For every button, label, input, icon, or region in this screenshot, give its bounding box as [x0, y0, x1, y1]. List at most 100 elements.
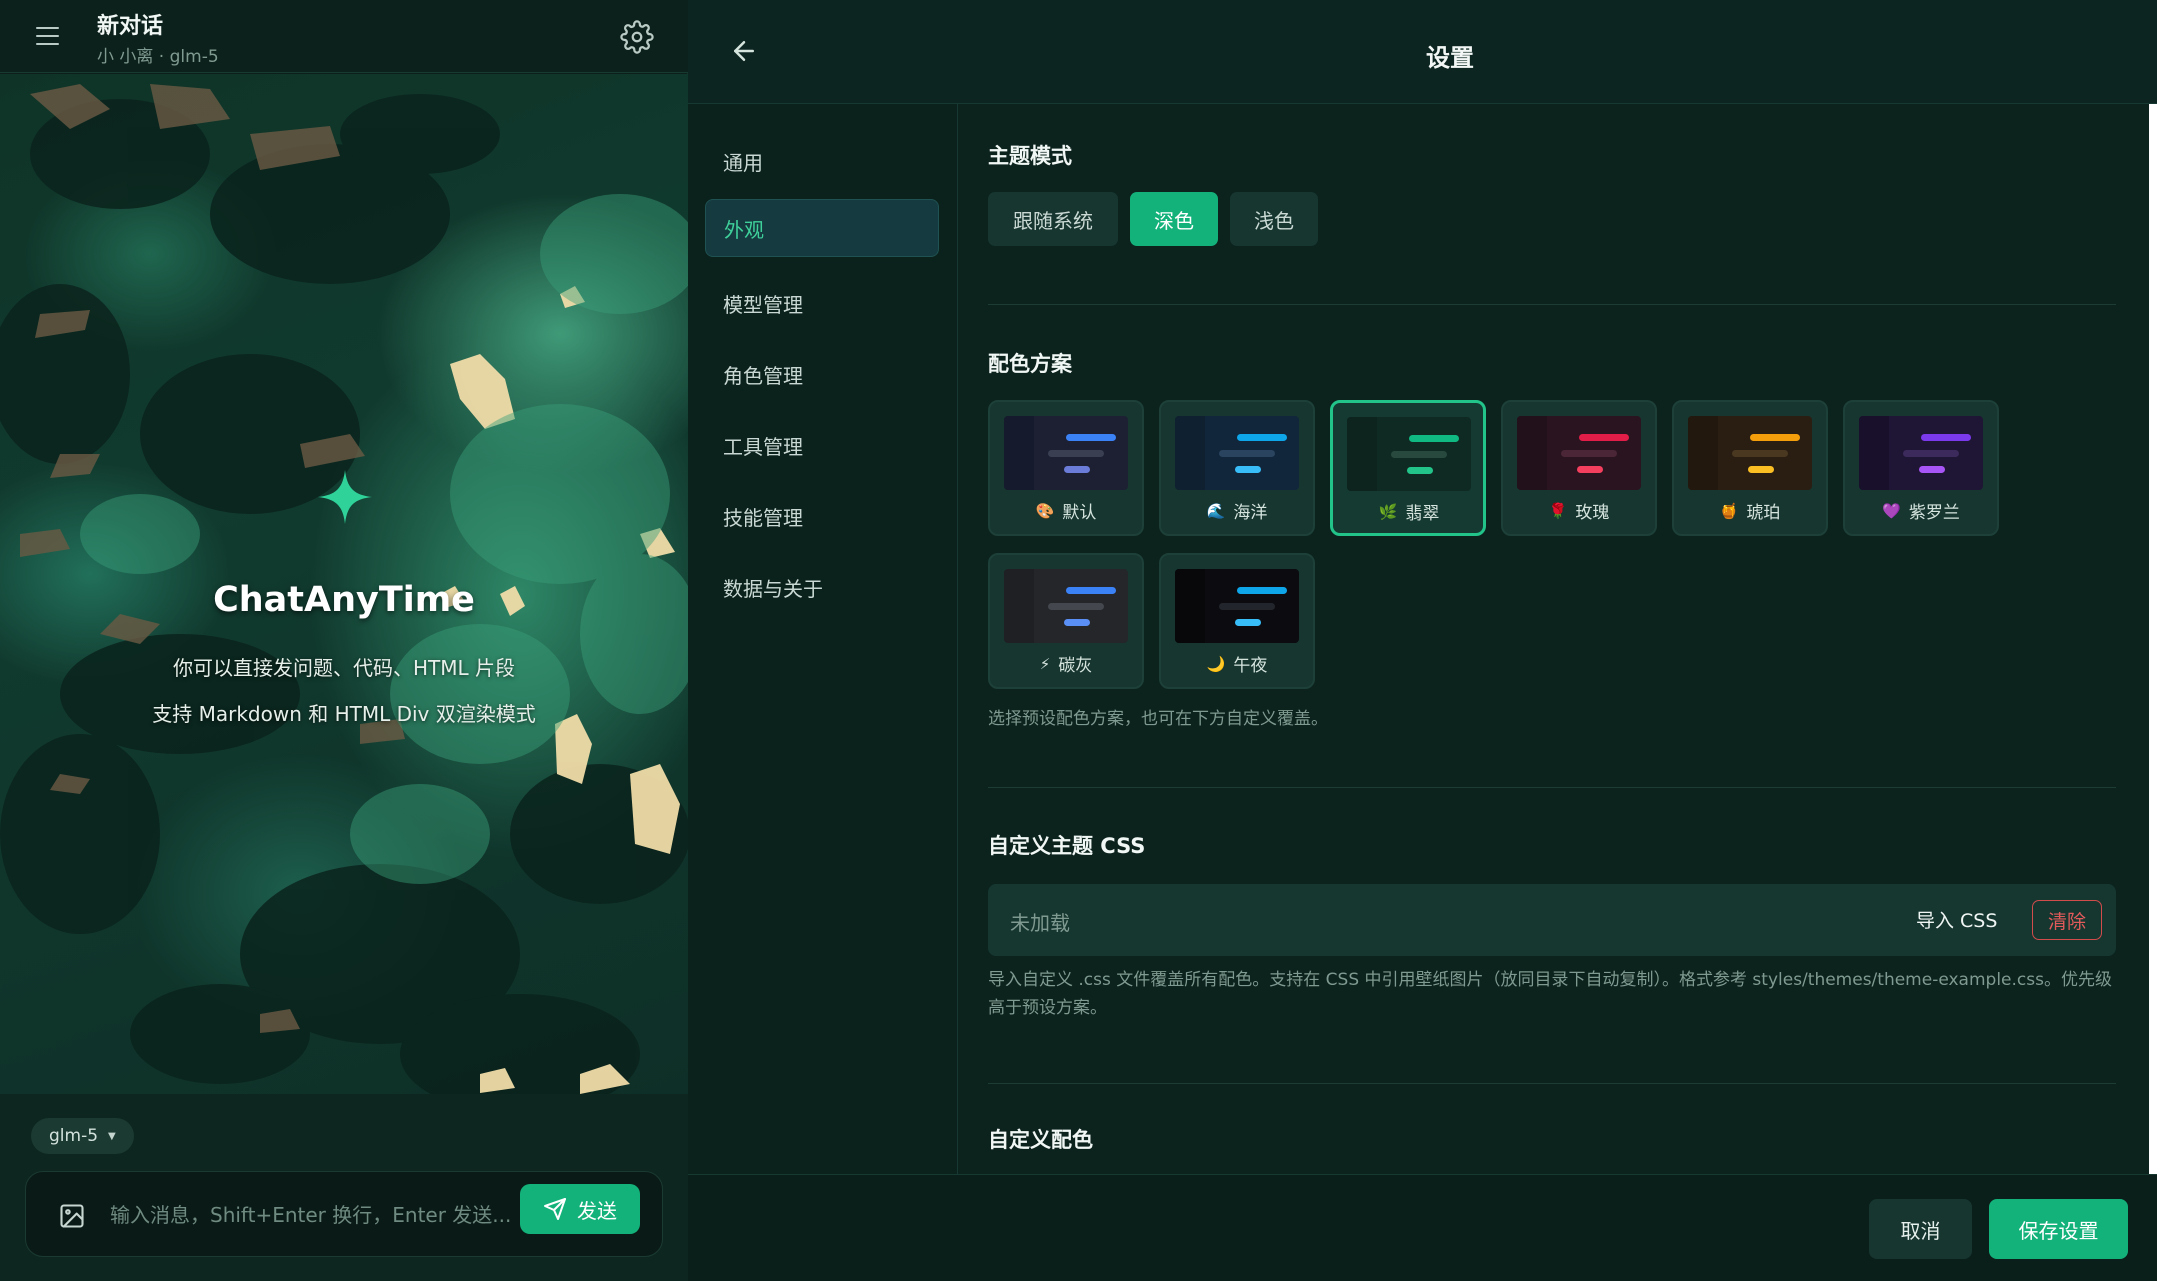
- nav-item-appearance[interactable]: 外观: [705, 199, 939, 257]
- scheme-preview-bar: [1561, 450, 1617, 457]
- settings-header: 设置: [688, 0, 2157, 104]
- custom-css-title: 自定义主题 CSS: [988, 834, 1146, 858]
- welcome-line-2: 支持 Markdown 和 HTML Div 双渲染模式: [152, 702, 536, 726]
- color-scheme-title: 配色方案: [988, 352, 1072, 376]
- caret-down-icon: ▼: [108, 1130, 116, 1142]
- nav-item-general[interactable]: 通用: [705, 132, 939, 190]
- theme-mode-light[interactable]: 浅色: [1230, 192, 1318, 246]
- settings-nav: 通用 外观 模型管理 角色管理 工具管理 技能管理 数据与关于: [688, 104, 958, 1174]
- settings-button[interactable]: [620, 20, 654, 54]
- settings-dialog: 设置 通用 外观 模型管理 角色管理 工具管理 技能管理 数据与关于 主题模式 …: [688, 0, 2157, 1281]
- scheme-label: 🌹 玫瑰: [1503, 498, 1655, 524]
- sparkle-icon: [318, 470, 372, 524]
- settings-title: 设置: [1426, 44, 1474, 72]
- scheme-preview-bar: [1391, 451, 1447, 458]
- import-css-button[interactable]: 导入 CSS: [1916, 906, 1997, 933]
- scheme-preview-bar: [1407, 467, 1433, 474]
- welcome-title: ChatAnyTime: [213, 580, 475, 620]
- chat-panel: 新对话 小 小离 · glm-5 ChatAnyTime 你可以直接发问题、代码…: [0, 0, 688, 1281]
- scheme-preview-bar: [1064, 619, 1090, 626]
- scheme-preview-bar: [1219, 603, 1275, 610]
- scheme-emoji-icon: 🌹: [1548, 501, 1568, 520]
- scheme-preview-bar: [1219, 450, 1275, 457]
- message-input[interactable]: [110, 1194, 530, 1236]
- scheme-emoji-icon: 💜: [1882, 501, 1901, 520]
- scheme-preview-bar: [1235, 466, 1261, 473]
- send-label: 发送: [577, 1198, 617, 1223]
- scheme-label: 🌙 午夜: [1161, 651, 1313, 677]
- custom-css-box: 未加载 导入 CSS 清除: [988, 884, 2116, 956]
- composer-area: glm-5 ▼ 发送: [0, 1094, 688, 1281]
- scheme-preview-bar: [1237, 434, 1287, 441]
- scheme-label: 🍯 琥珀: [1674, 498, 1826, 524]
- clear-css-button[interactable]: 清除: [2032, 900, 2102, 940]
- model-selector[interactable]: glm-5 ▼: [31, 1118, 134, 1154]
- scheme-preview-bar: [1732, 450, 1788, 457]
- scheme-preview-bar: [1066, 434, 1116, 441]
- theme-mode-dark[interactable]: 深色: [1130, 192, 1218, 246]
- send-button[interactable]: 发送: [520, 1184, 640, 1234]
- scheme-name: 玫瑰: [1575, 503, 1610, 523]
- scheme-label: 🎨 默认: [990, 498, 1142, 524]
- scheme-preview: [1175, 416, 1299, 490]
- scheme-preview-bar: [1579, 434, 1629, 441]
- settings-content: 主题模式 跟随系统 深色 浅色 配色方案 🎨 默认 🌊 海洋 🌿 翡翠 🌹 玫瑰 🍯 琥珀 💜 紫罗兰…: [958, 104, 2157, 1174]
- color-scheme-option[interactable]: 💜 紫罗兰: [1843, 400, 1999, 536]
- chat-title: 新对话: [97, 14, 164, 39]
- scheme-preview-bar: [1048, 450, 1104, 457]
- scheme-name: 琥珀: [1746, 503, 1781, 523]
- color-scheme-option[interactable]: 🌙 午夜: [1159, 553, 1315, 689]
- menu-button[interactable]: [36, 20, 68, 52]
- scheme-preview-bar: [1066, 587, 1116, 594]
- theme-mode-system[interactable]: 跟随系统: [988, 192, 1118, 246]
- color-scheme-option[interactable]: 🎨 默认: [988, 400, 1144, 536]
- scheme-emoji-icon: 🍯: [1719, 501, 1739, 520]
- composer: 发送: [25, 1171, 663, 1257]
- scheme-emoji-icon: 🎨: [1035, 501, 1055, 520]
- scheme-preview-sidebar: [1175, 416, 1205, 490]
- settings-footer: 取消 保存设置: [688, 1174, 2157, 1281]
- scheme-preview-sidebar: [1688, 416, 1718, 490]
- scheme-preview: [1347, 417, 1471, 491]
- nav-item-roles[interactable]: 角色管理: [705, 345, 939, 403]
- color-scheme-option[interactable]: 🌹 玫瑰: [1501, 400, 1657, 536]
- scheme-preview-bar: [1919, 466, 1945, 473]
- color-scheme-option[interactable]: 🌊 海洋: [1159, 400, 1315, 536]
- divider: [988, 787, 2116, 788]
- custom-colors-title: 自定义配色: [988, 1128, 1093, 1152]
- scheme-label: 💜 紫罗兰: [1845, 498, 1997, 524]
- scheme-name: 午夜: [1233, 656, 1268, 676]
- scheme-preview-bar: [1577, 466, 1603, 473]
- scrollbar[interactable]: [2149, 104, 2157, 1174]
- scheme-name: 海洋: [1233, 503, 1268, 523]
- color-scheme-option[interactable]: 🍯 琥珀: [1672, 400, 1828, 536]
- scheme-label: ⚡ 碳灰: [990, 651, 1142, 677]
- nav-item-skills[interactable]: 技能管理: [705, 487, 939, 545]
- cancel-button[interactable]: 取消: [1869, 1199, 1972, 1259]
- scheme-preview-sidebar: [1859, 416, 1889, 490]
- nav-item-tools[interactable]: 工具管理: [705, 416, 939, 474]
- scheme-preview: [1688, 416, 1812, 490]
- save-settings-button[interactable]: 保存设置: [1989, 1199, 2128, 1259]
- scheme-name: 翡翠: [1405, 504, 1440, 524]
- scheme-name: 紫罗兰: [1908, 503, 1960, 523]
- gear-icon: [620, 20, 654, 54]
- nav-item-models[interactable]: 模型管理: [705, 274, 939, 332]
- color-scheme-option[interactable]: ⚡ 碳灰: [988, 553, 1144, 689]
- scheme-preview: [1859, 416, 1983, 490]
- scheme-preview-sidebar: [1175, 569, 1205, 643]
- scheme-preview-bar: [1903, 450, 1959, 457]
- welcome-line-1: 你可以直接发问题、代码、HTML 片段: [172, 656, 515, 680]
- scheme-label: 🌿 翡翠: [1333, 499, 1485, 525]
- scheme-preview: [1004, 569, 1128, 643]
- custom-css-hint: 导入自定义 .css 文件覆盖所有配色。支持在 CSS 中引用壁纸图片（放同目录…: [988, 970, 2112, 1018]
- color-scheme-option[interactable]: 🌿 翡翠: [1330, 400, 1486, 536]
- divider: [988, 1083, 2116, 1084]
- scheme-emoji-icon: 🌊: [1206, 501, 1226, 520]
- attach-image-button[interactable]: [58, 1202, 86, 1230]
- scheme-preview-sidebar: [1517, 416, 1547, 490]
- scheme-preview: [1004, 416, 1128, 490]
- scheme-preview-bar: [1235, 619, 1261, 626]
- nav-item-data-about[interactable]: 数据与关于: [705, 558, 939, 616]
- menu-icon: [36, 27, 59, 29]
